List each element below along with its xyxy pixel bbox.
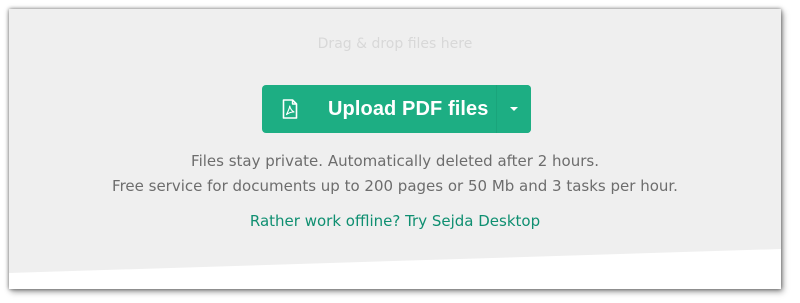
upload-drop-zone[interactable]: Drag & drop files here Upload PDF files …: [9, 9, 781, 289]
upload-pdf-button[interactable]: Upload PDF files: [262, 85, 496, 133]
upload-button-label: Upload PDF files: [328, 97, 489, 120]
pdf-file-icon: [282, 99, 298, 119]
privacy-notice: Files stay private. Automatically delete…: [191, 152, 599, 170]
torn-edge-decoration: [9, 249, 781, 289]
limits-notice: Free service for documents up to 200 pag…: [112, 177, 678, 195]
desktop-app-link[interactable]: Rather work offline? Try Sejda Desktop: [9, 212, 781, 230]
upload-options-dropdown[interactable]: [496, 85, 531, 133]
drop-hint: Drag & drop files here: [317, 36, 473, 52]
chevron-down-icon: [510, 107, 518, 111]
upload-button-group: Upload PDF files: [262, 85, 531, 133]
